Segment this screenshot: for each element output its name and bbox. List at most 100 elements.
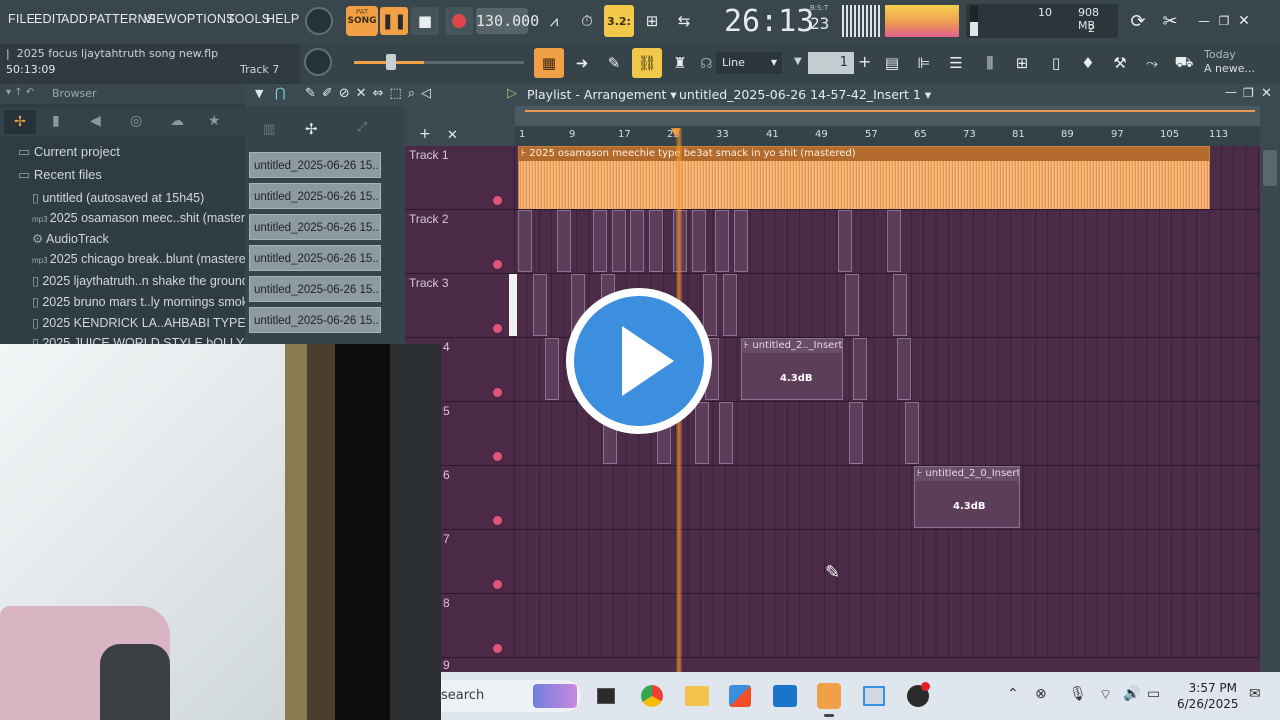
playlist-pattern[interactable]: untitled_2025-06-26 14-57-42_Insert 1 ▾: [679, 87, 931, 102]
stamp-icon[interactable]: ♜: [666, 49, 694, 77]
pattern-item[interactable]: untitled_2025-06-26 15..: [249, 307, 381, 333]
mixer-icon[interactable]: ☰: [942, 49, 970, 77]
audio-clip[interactable]: [838, 210, 852, 272]
globe-icon[interactable]: ◎: [130, 113, 142, 129]
clock[interactable]: 3:57 PM 6/26/2025: [1177, 680, 1239, 712]
link-icon[interactable]: ⛓: [632, 48, 662, 78]
slider-handle[interactable]: [386, 54, 396, 70]
tempo-display[interactable]: 130.000: [476, 8, 539, 34]
store-icon[interactable]: [729, 685, 751, 707]
chevron-up-icon[interactable]: ⌃: [1007, 686, 1019, 702]
stop-button[interactable]: ■: [411, 7, 439, 35]
pattern-item[interactable]: untitled_2025-06-26 15..: [249, 214, 381, 240]
track-mute-led[interactable]: [493, 516, 502, 525]
playlist-title[interactable]: Playlist - Arrangement ▾: [527, 87, 677, 102]
chevron-down-icon[interactable]: ▼: [255, 87, 263, 100]
document-icon[interactable]: ▯: [1042, 49, 1070, 77]
audio-clip[interactable]: [518, 210, 532, 272]
audio-clip[interactable]: [630, 210, 644, 272]
menu-help[interactable]: HELP: [266, 12, 299, 26]
tools-icon[interactable]: ✂: [1156, 7, 1184, 35]
audio-clip[interactable]: [695, 402, 709, 464]
window-app-icon[interactable]: [863, 686, 885, 706]
browser-item[interactable]: ▭ Current project: [18, 144, 120, 160]
track-label[interactable]: 8: [443, 596, 450, 610]
step-edit-icon[interactable]: ⊞: [638, 7, 666, 35]
audio-clip[interactable]: [853, 338, 867, 400]
song-position-display[interactable]: 26:13 23 B:S:T: [718, 2, 836, 42]
waveform-icon[interactable]: ✢: [305, 120, 318, 138]
step-input[interactable]: 1: [808, 52, 854, 74]
track-lane[interactable]: [514, 594, 1260, 657]
chevron-down-icon[interactable]: ▼: [794, 56, 802, 67]
track-mute-led[interactable]: [493, 580, 502, 589]
file-icon[interactable]: ▮: [52, 113, 60, 129]
audio-clip[interactable]: [612, 210, 626, 272]
menu-options[interactable]: OPTIONS: [177, 12, 235, 26]
track-label[interactable]: 5: [443, 404, 450, 418]
audio-clip[interactable]: [734, 210, 748, 272]
restore-icon[interactable]: ❐: [1243, 86, 1254, 100]
menu-add[interactable]: ADD: [61, 12, 88, 26]
track-mute-led[interactable]: [493, 260, 502, 269]
star-icon[interactable]: ★: [208, 113, 221, 129]
channel-rack-icon[interactable]: ⊫: [910, 49, 938, 77]
overview-strip[interactable]: [515, 106, 1260, 126]
task-view-icon[interactable]: [597, 688, 615, 704]
track-label[interactable]: 7: [443, 532, 450, 546]
menu-view[interactable]: VIEW: [144, 12, 177, 26]
microphone-icon[interactable]: 🎙: [1069, 686, 1087, 702]
track-label[interactable]: 4: [443, 340, 450, 354]
pattern-item[interactable]: untitled_2025-06-26 15..: [249, 276, 381, 302]
track-lane[interactable]: [514, 466, 1260, 529]
notifications-icon[interactable]: ✉: [1249, 686, 1261, 702]
undo-history-icon[interactable]: ⟳: [1124, 7, 1152, 35]
pattern-item[interactable]: untitled_2025-06-26 15..: [249, 152, 381, 178]
search-highlight-icon[interactable]: [533, 684, 577, 708]
video-play-button[interactable]: [566, 288, 712, 434]
fl-studio-icon[interactable]: [817, 683, 841, 709]
master-volume-knob[interactable]: [305, 7, 333, 35]
audio-clip[interactable]: [715, 210, 729, 272]
vertical-scrollbar[interactable]: [1260, 146, 1280, 672]
tempo-tap-icon[interactable]: ⚒: [1106, 49, 1134, 77]
file-explorer-icon[interactable]: [685, 686, 709, 706]
record-button[interactable]: [445, 7, 473, 35]
line-mode-select[interactable]: Line ▼: [716, 52, 782, 74]
browser-item[interactable]: ▯ 2025 KENDRICK LA..AHBABI TYPE BEAT: [32, 315, 281, 330]
brush-icon[interactable]: ✎: [600, 49, 628, 77]
arrow-right-icon[interactable]: ➜: [568, 49, 596, 77]
close-icon[interactable]: ✕: [1234, 7, 1254, 35]
plugin-icon[interactable]: ♦: [1074, 49, 1102, 77]
track-label[interactable]: Track 2: [409, 212, 449, 226]
faders-icon[interactable]: ⫼: [976, 49, 1004, 77]
browser-item[interactable]: ▯ untitled (autosaved at 15h45): [32, 190, 204, 205]
cloud-icon[interactable]: ☁: [170, 113, 184, 129]
chrome-icon[interactable]: [641, 685, 663, 707]
close-icon[interactable]: ✕: [1261, 86, 1272, 101]
track-mute-led[interactable]: [493, 644, 502, 653]
master-pitch-knob[interactable]: [304, 48, 332, 76]
timeline-ruler[interactable]: + ✕ 1 9 17 25 33 41 49 57 65 73 81 89 97…: [405, 106, 1280, 146]
menu-tools[interactable]: TOOLS: [227, 12, 270, 26]
wait-input-icon[interactable]: ⏱: [573, 7, 601, 35]
close-icon[interactable]: ✕: [447, 128, 458, 143]
pattern-item[interactable]: untitled_2025-06-26 15..: [249, 183, 381, 209]
pause-button[interactable]: ❚❚: [380, 7, 408, 35]
play-arrow-icon[interactable]: ▷: [507, 86, 517, 101]
magnet-icon[interactable]: ⋂: [275, 86, 286, 101]
countdown-button[interactable]: 3.2:: [604, 5, 634, 37]
piano-roll-icon[interactable]: ▦: [534, 48, 564, 78]
audio-clip[interactable]: ⊦ untitled_2.._Insert 1 4.3dB: [741, 338, 843, 400]
cpu-memory-panel[interactable]: 10 908 MB 2: [966, 4, 1118, 38]
wifi-icon[interactable]: ⌔: [1099, 686, 1112, 704]
audio-clip[interactable]: [897, 338, 911, 400]
audio-clip[interactable]: ⊦ 2025 osamason meechie type be3at smack…: [518, 146, 1210, 209]
stretch-icon[interactable]: ⤳: [1138, 49, 1166, 77]
minimize-icon[interactable]: —: [1225, 85, 1237, 99]
track-mute-led[interactable]: [493, 196, 502, 205]
track-lane[interactable]: [514, 530, 1260, 593]
browser-icon[interactable]: ⊞: [1008, 49, 1036, 77]
audio-clip[interactable]: [545, 338, 559, 400]
bar-numbers[interactable]: 1 9 17 25 33 41 49 57 65 73 81 89 97 105…: [515, 126, 1260, 146]
